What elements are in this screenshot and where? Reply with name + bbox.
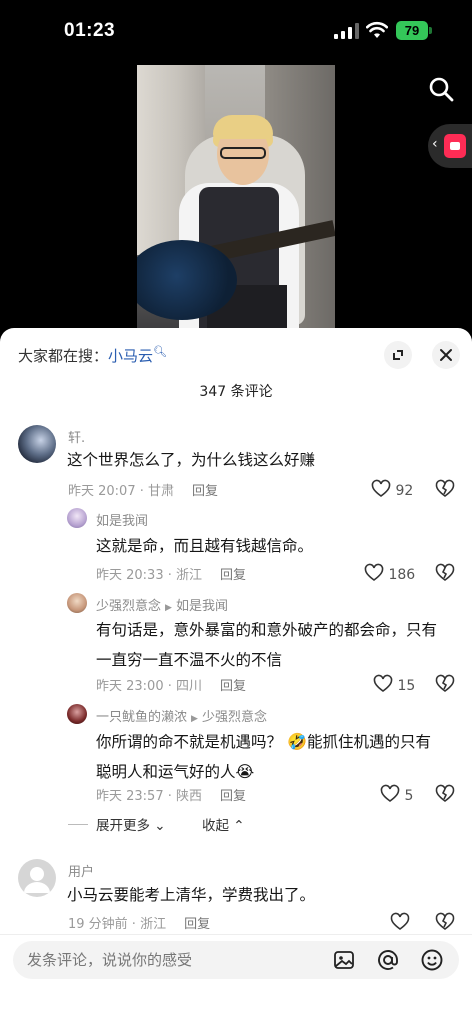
- reply-button[interactable]: 回复: [184, 917, 210, 932]
- like-button[interactable]: 15: [373, 674, 415, 694]
- avatar[interactable]: [67, 508, 87, 528]
- image-icon[interactable]: [332, 948, 356, 972]
- comment-text: 小马云要能考上清华，学费我出了。: [67, 886, 316, 904]
- comment-username[interactable]: 如是我闻: [96, 510, 148, 529]
- comment-username[interactable]: 用户: [68, 861, 94, 880]
- reply-username[interactable]: 少强烈意念: [96, 599, 161, 614]
- like-button[interactable]: 92: [371, 479, 413, 499]
- video-person-hair-top: [213, 115, 273, 139]
- video-person-glasses: [220, 147, 266, 159]
- comment-time-location: 昨天 20:07 · 甘肃: [68, 484, 174, 499]
- reply-to-username[interactable]: 少强烈意念: [202, 710, 267, 725]
- comment-text-line: 有句话是，意外暴富的和意外破产的都会命，只有: [96, 621, 438, 639]
- comment-input[interactable]: [27, 941, 327, 979]
- chevron-up-icon: ⌃: [229, 818, 245, 834]
- chevron-left-icon: ‹: [432, 136, 438, 152]
- video-player[interactable]: [137, 65, 335, 333]
- comment-time-location: 昨天 23:57 · 陕西: [96, 789, 202, 804]
- reply-button[interactable]: 回复: [220, 789, 246, 804]
- hot-search-bar[interactable]: 大家都在搜：小马云🔍︎: [18, 345, 167, 366]
- reply-arrow-icon: ▶: [165, 603, 172, 613]
- battery-indicator: 79: [396, 21, 428, 40]
- expand-more-label: 展开更多: [96, 818, 150, 834]
- comment-time-location: 19 分钟前 · 浙江: [68, 917, 167, 932]
- like-count: 186: [388, 567, 416, 583]
- comment-text-segment: 能抓住机遇的只有: [307, 733, 432, 751]
- reply-to-username[interactable]: 如是我闻: [176, 599, 228, 614]
- status-bar: 01:23 79: [0, 0, 472, 62]
- dislike-icon[interactable]: [435, 674, 455, 694]
- comment-time-location: 昨天 23:00 · 四川: [96, 679, 202, 694]
- avatar[interactable]: [67, 593, 87, 613]
- laughing-crying-emoji-icon: 🤣: [282, 732, 308, 751]
- comment-meta: 昨天 23:00 · 四川 回复: [96, 675, 246, 694]
- expand-more-button[interactable]: 展开更多 ⌄: [96, 814, 166, 834]
- search-icon[interactable]: [428, 76, 454, 102]
- like-button[interactable]: 186: [364, 563, 415, 583]
- battery-cap: [429, 27, 432, 34]
- heart-icon: [390, 912, 410, 930]
- collapse-label: 收起: [202, 818, 229, 834]
- comment-text-segment: 你所谓的命不就是机遇吗？: [96, 733, 283, 751]
- heart-icon: [373, 674, 393, 692]
- reply-username[interactable]: 一只鱿鱼的濑浓: [96, 710, 187, 725]
- input-divider: [0, 934, 472, 935]
- comment-text: 你所谓的命不就是机遇吗？ 🤣能抓住机遇的只有 聪明人和运气好的人😭: [96, 727, 431, 787]
- heart-icon: [364, 563, 384, 581]
- like-count: 5: [404, 788, 414, 804]
- cellular-signal-icon: [334, 23, 359, 39]
- close-button[interactable]: [432, 341, 460, 369]
- reply-button[interactable]: 回复: [220, 568, 246, 583]
- comment-meta: 昨天 23:57 · 陕西 回复: [96, 785, 246, 804]
- reply-button[interactable]: 回复: [192, 484, 218, 499]
- heart-icon: [380, 784, 400, 802]
- search-icon-small: 🔍︎: [153, 345, 167, 358]
- comment-count: 347 条评论: [199, 384, 273, 400]
- comment-text-line: 一直穷一直不温不火的不信: [96, 651, 283, 669]
- hot-search-prefix: 大家都在搜：: [18, 347, 109, 365]
- like-button[interactable]: 5: [380, 784, 413, 804]
- crying-emoji-icon: 😭: [235, 762, 255, 781]
- comment-meta: 昨天 20:07 · 甘肃 回复: [68, 480, 218, 499]
- avatar[interactable]: [18, 859, 56, 897]
- comment-meta: 19 分钟前 · 浙江 回复: [68, 913, 210, 932]
- hot-search-keyword[interactable]: 小马云: [108, 347, 153, 365]
- comment-username[interactable]: 一只鱿鱼的濑浓 ▶ 少强烈意念: [96, 706, 267, 725]
- comment-meta: 昨天 20:33 · 浙江 回复: [96, 564, 246, 583]
- avatar[interactable]: [18, 425, 56, 463]
- floating-widget[interactable]: ‹: [428, 124, 472, 168]
- comment-username[interactable]: 少强烈意念 ▶ 如是我闻: [96, 595, 228, 614]
- red-packet-icon: [444, 134, 466, 158]
- collapse-button[interactable]: 收起 ⌃: [202, 814, 245, 834]
- comment-text: 有句话是，意外暴富的和意外破产的都会命，只有 一直穷一直不温不火的不信: [96, 615, 437, 675]
- status-time: 01:23: [64, 20, 116, 41]
- dislike-icon[interactable]: [435, 479, 455, 499]
- comment-time-location: 昨天 20:33 · 浙江: [96, 568, 202, 583]
- dislike-icon[interactable]: [435, 563, 455, 583]
- comment-text: 这就是命，而且越有钱越信命。: [96, 537, 314, 555]
- expand-icon: [393, 350, 403, 360]
- wifi-icon: [366, 21, 388, 38]
- comment-username[interactable]: 轩.: [68, 427, 85, 446]
- default-avatar-icon: [24, 867, 50, 893]
- comment-text-segment: 聪明人和运气好的人: [96, 763, 236, 781]
- mention-icon[interactable]: [376, 948, 400, 972]
- heart-icon: [371, 479, 391, 497]
- expand-button[interactable]: [384, 341, 412, 369]
- dislike-icon[interactable]: [435, 784, 455, 804]
- comment-input-bar[interactable]: [13, 941, 459, 979]
- like-count: 15: [397, 678, 416, 694]
- like-button[interactable]: [390, 912, 410, 932]
- chevron-down-icon: ⌄: [150, 818, 166, 834]
- reply-arrow-icon: ▶: [191, 714, 198, 724]
- thread-divider-line: [68, 824, 88, 825]
- avatar[interactable]: [67, 704, 87, 724]
- emoji-icon[interactable]: [420, 948, 444, 972]
- like-count: 92: [395, 483, 414, 499]
- close-icon: [440, 349, 452, 361]
- comment-text: 这个世界怎么了，为什么钱这么好赚: [67, 451, 316, 469]
- reply-button[interactable]: 回复: [220, 679, 246, 694]
- dislike-icon[interactable]: [435, 912, 455, 932]
